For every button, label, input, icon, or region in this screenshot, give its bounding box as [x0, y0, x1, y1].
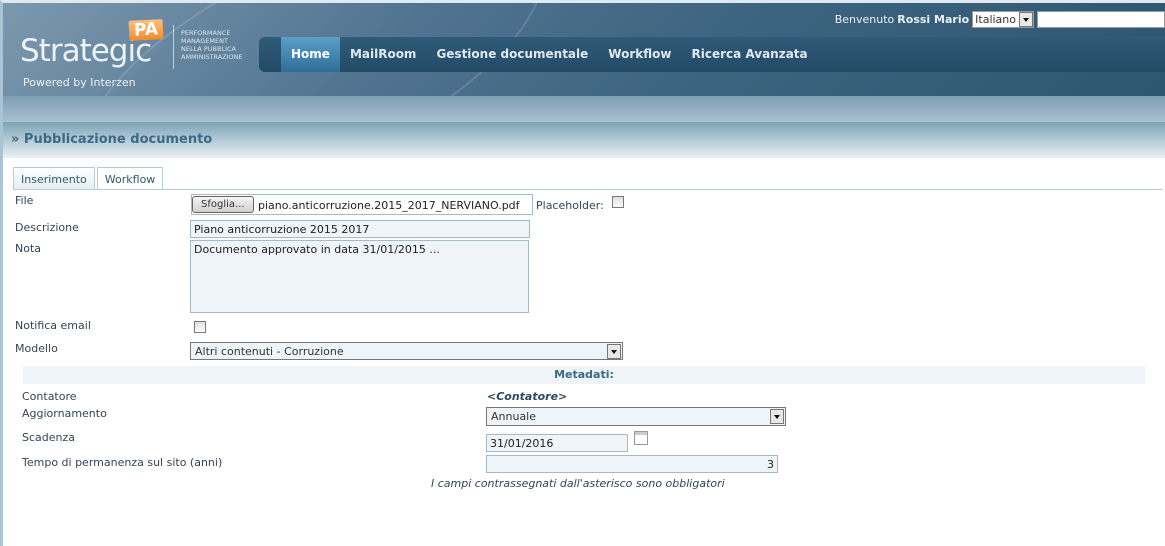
modello-select[interactable]: Altri contenuti - Corruzione — [190, 342, 623, 360]
language-select[interactable]: Italiano — [972, 11, 1034, 28]
tempo-input[interactable]: 3 — [486, 455, 778, 473]
nota-label: Nota — [15, 242, 42, 255]
descrizione-input[interactable]: Piano anticorruzione 2015 2017 — [190, 220, 530, 238]
tagline-line: NELLA PUBBLICA — [181, 45, 236, 53]
page-title: » Pubblicazione documento — [3, 122, 1165, 158]
tagline-line: AMMINISTRAZIONE — [181, 53, 243, 61]
header-band — [3, 96, 1165, 122]
user-name: Rossi Mario — [897, 13, 970, 26]
placeholder-label: Placeholder: — [536, 199, 604, 212]
tab-workflow[interactable]: Workflow — [96, 167, 164, 189]
scadenza-label: Scadenza — [22, 431, 76, 444]
placeholder-checkbox[interactable] — [612, 196, 624, 208]
required-note: I campi contrassegnati dall'asterisco so… — [431, 477, 725, 490]
modello-label: Modello — [15, 342, 58, 355]
file-label: File — [15, 194, 34, 207]
modello-value: Altri contenuti - Corruzione — [195, 345, 344, 358]
metadati-header: Metadati: — [23, 366, 1145, 384]
nav-mailroom[interactable]: MailRoom — [340, 37, 427, 72]
tagline-line: PERFORMANCE — [181, 29, 231, 37]
nav-ricerca-avanzata[interactable]: Ricerca Avanzata — [681, 37, 817, 72]
main-nav: Home MailRoom Gestione documentale Workf… — [259, 37, 1165, 72]
nav-home[interactable]: Home — [281, 37, 340, 72]
tagline: PERFORMANCE MANAGEMENT NELLA PUBBLICA AM… — [181, 29, 243, 61]
search-input[interactable] — [1037, 11, 1165, 28]
logo-badge: PA — [128, 19, 164, 41]
chevron-down-icon — [607, 344, 621, 359]
user-bar: Benvenuto Rossi Mario Italiano — [835, 11, 1165, 28]
chevron-down-icon — [1019, 12, 1033, 27]
tagline-line: MANAGEMENT — [181, 37, 228, 45]
welcome-text: Benvenuto — [834, 13, 895, 26]
tabs: Inserimento Workflow — [13, 167, 1163, 190]
aggiornamento-value: Annuale — [491, 410, 537, 423]
tempo-label: Tempo di permanenza sul sito (anni) — [22, 456, 223, 469]
notifica-email-label: Notifica email — [15, 319, 91, 332]
chevron-down-icon — [770, 409, 784, 424]
contatore-value: <Contatore> — [487, 390, 568, 403]
aggiornamento-select[interactable]: Annuale — [486, 407, 786, 426]
tab-inserimento[interactable]: Inserimento — [13, 167, 95, 189]
divider — [173, 25, 174, 69]
page: Strategic PA PERFORMANCE MANAGEMENT NELL… — [0, 0, 1165, 546]
notifica-email-checkbox[interactable] — [194, 321, 206, 333]
nav-workflow[interactable]: Workflow — [598, 37, 681, 72]
nav-gestione-documentale[interactable]: Gestione documentale — [426, 37, 598, 72]
descrizione-label: Descrizione — [15, 221, 79, 234]
scadenza-input[interactable]: 31/01/2016 — [486, 434, 628, 452]
powered-by: Powered by Interzen — [23, 76, 136, 89]
file-input[interactable] — [191, 194, 533, 215]
language-value: Italiano — [975, 13, 1016, 26]
calendar-icon[interactable] — [634, 431, 648, 445]
nota-textarea[interactable]: Documento approvato in data 31/01/2015 .… — [190, 240, 529, 313]
aggiornamento-label: Aggiornamento — [22, 407, 107, 420]
header: Strategic PA PERFORMANCE MANAGEMENT NELL… — [3, 3, 1165, 96]
contatore-label: Contatore — [22, 390, 77, 403]
